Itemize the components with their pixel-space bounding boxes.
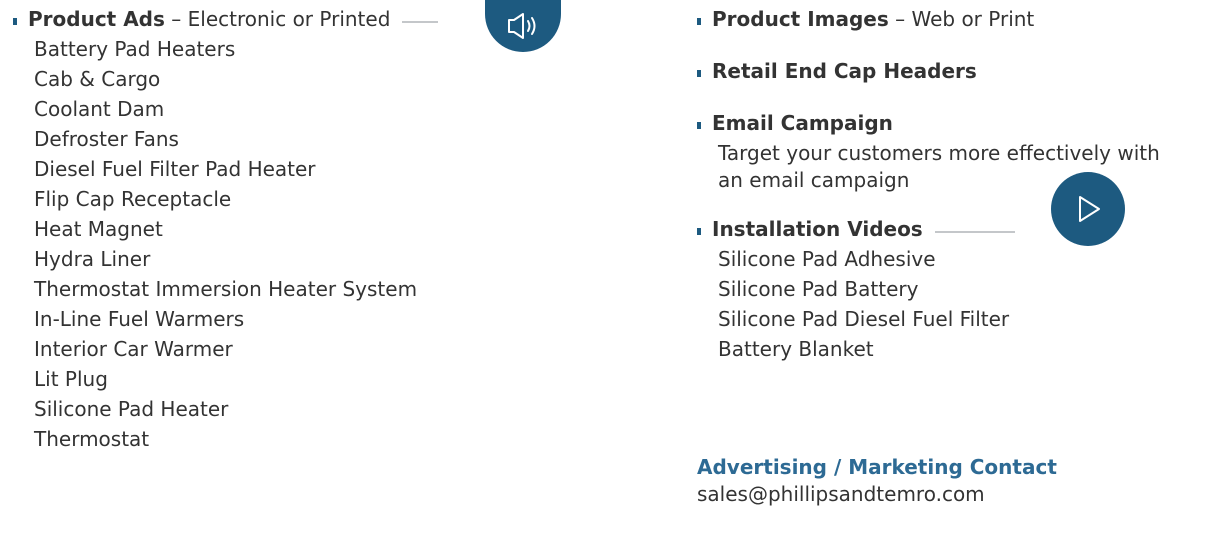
list-item[interactable]: Heat Magnet	[13, 214, 603, 244]
bullet-marker	[697, 70, 701, 77]
contact-email-link[interactable]: sales@phillipsandtemro.com	[697, 480, 985, 508]
list-item[interactable]: Diesel Fuel Filter Pad Heater	[13, 154, 603, 184]
product-ads-section: Product Ads – Electronic or Printed Batt…	[13, 6, 603, 454]
list-item[interactable]: Hydra Liner	[13, 244, 603, 274]
product-ads-title: Product Ads	[28, 7, 165, 31]
installation-videos-list: Silicone Pad Adhesive Silicone Pad Batte…	[697, 244, 1227, 364]
megaphone-icon	[503, 11, 543, 41]
play-button[interactable]	[1051, 172, 1125, 246]
installation-videos-heading: Installation Videos	[697, 216, 1227, 242]
email-campaign-title: Email Campaign	[712, 111, 893, 135]
list-item[interactable]: Flip Cap Receptacle	[13, 184, 603, 214]
list-item[interactable]: Silicone Pad Heater	[13, 394, 603, 424]
play-icon	[1071, 192, 1105, 226]
list-item[interactable]: In-Line Fuel Warmers	[13, 304, 603, 334]
bullet-marker	[697, 122, 701, 129]
list-item[interactable]: Silicone Pad Adhesive	[697, 244, 1227, 274]
email-campaign-description-1: Target your customers more effectively w…	[718, 141, 1160, 165]
list-item[interactable]: Lit Plug	[13, 364, 603, 394]
product-images-heading: Product Images – Web or Print	[697, 6, 1227, 32]
bullet-marker	[697, 18, 701, 25]
product-images-title: Product Images	[712, 7, 889, 31]
list-item[interactable]: Thermostat	[13, 424, 603, 454]
retail-end-cap-heading: Retail End Cap Headers	[697, 58, 1227, 84]
list-item[interactable]: Battery Blanket	[697, 334, 1227, 364]
installation-videos-title: Installation Videos	[712, 217, 923, 241]
list-item[interactable]: Thermostat Immersion Heater System	[13, 274, 603, 304]
list-item[interactable]: Defroster Fans	[13, 124, 603, 154]
retail-end-cap-title: Retail End Cap Headers	[712, 59, 977, 83]
heading-rule	[934, 230, 1015, 233]
email-campaign-description-2: an email campaign	[718, 168, 910, 192]
bullet-marker	[697, 228, 701, 235]
list-item[interactable]: Silicone Pad Battery	[697, 274, 1227, 304]
product-images-subtitle: – Web or Print	[895, 7, 1035, 31]
bullet-marker	[13, 18, 17, 25]
contact-title: Advertising / Marketing Contact	[697, 455, 1057, 479]
email-campaign-heading: Email Campaign	[697, 110, 1227, 136]
right-column: Product Images – Web or Print Retail End…	[697, 6, 1227, 364]
list-item[interactable]: Coolant Dam	[13, 94, 603, 124]
product-ads-list: Battery Pad Heaters Cab & Cargo Coolant …	[13, 34, 603, 454]
list-item[interactable]: Silicone Pad Diesel Fuel Filter	[697, 304, 1227, 334]
product-ads-subtitle: – Electronic or Printed	[171, 7, 391, 31]
list-item[interactable]: Interior Car Warmer	[13, 334, 603, 364]
list-item[interactable]: Cab & Cargo	[13, 64, 603, 94]
heading-rule	[402, 20, 439, 23]
